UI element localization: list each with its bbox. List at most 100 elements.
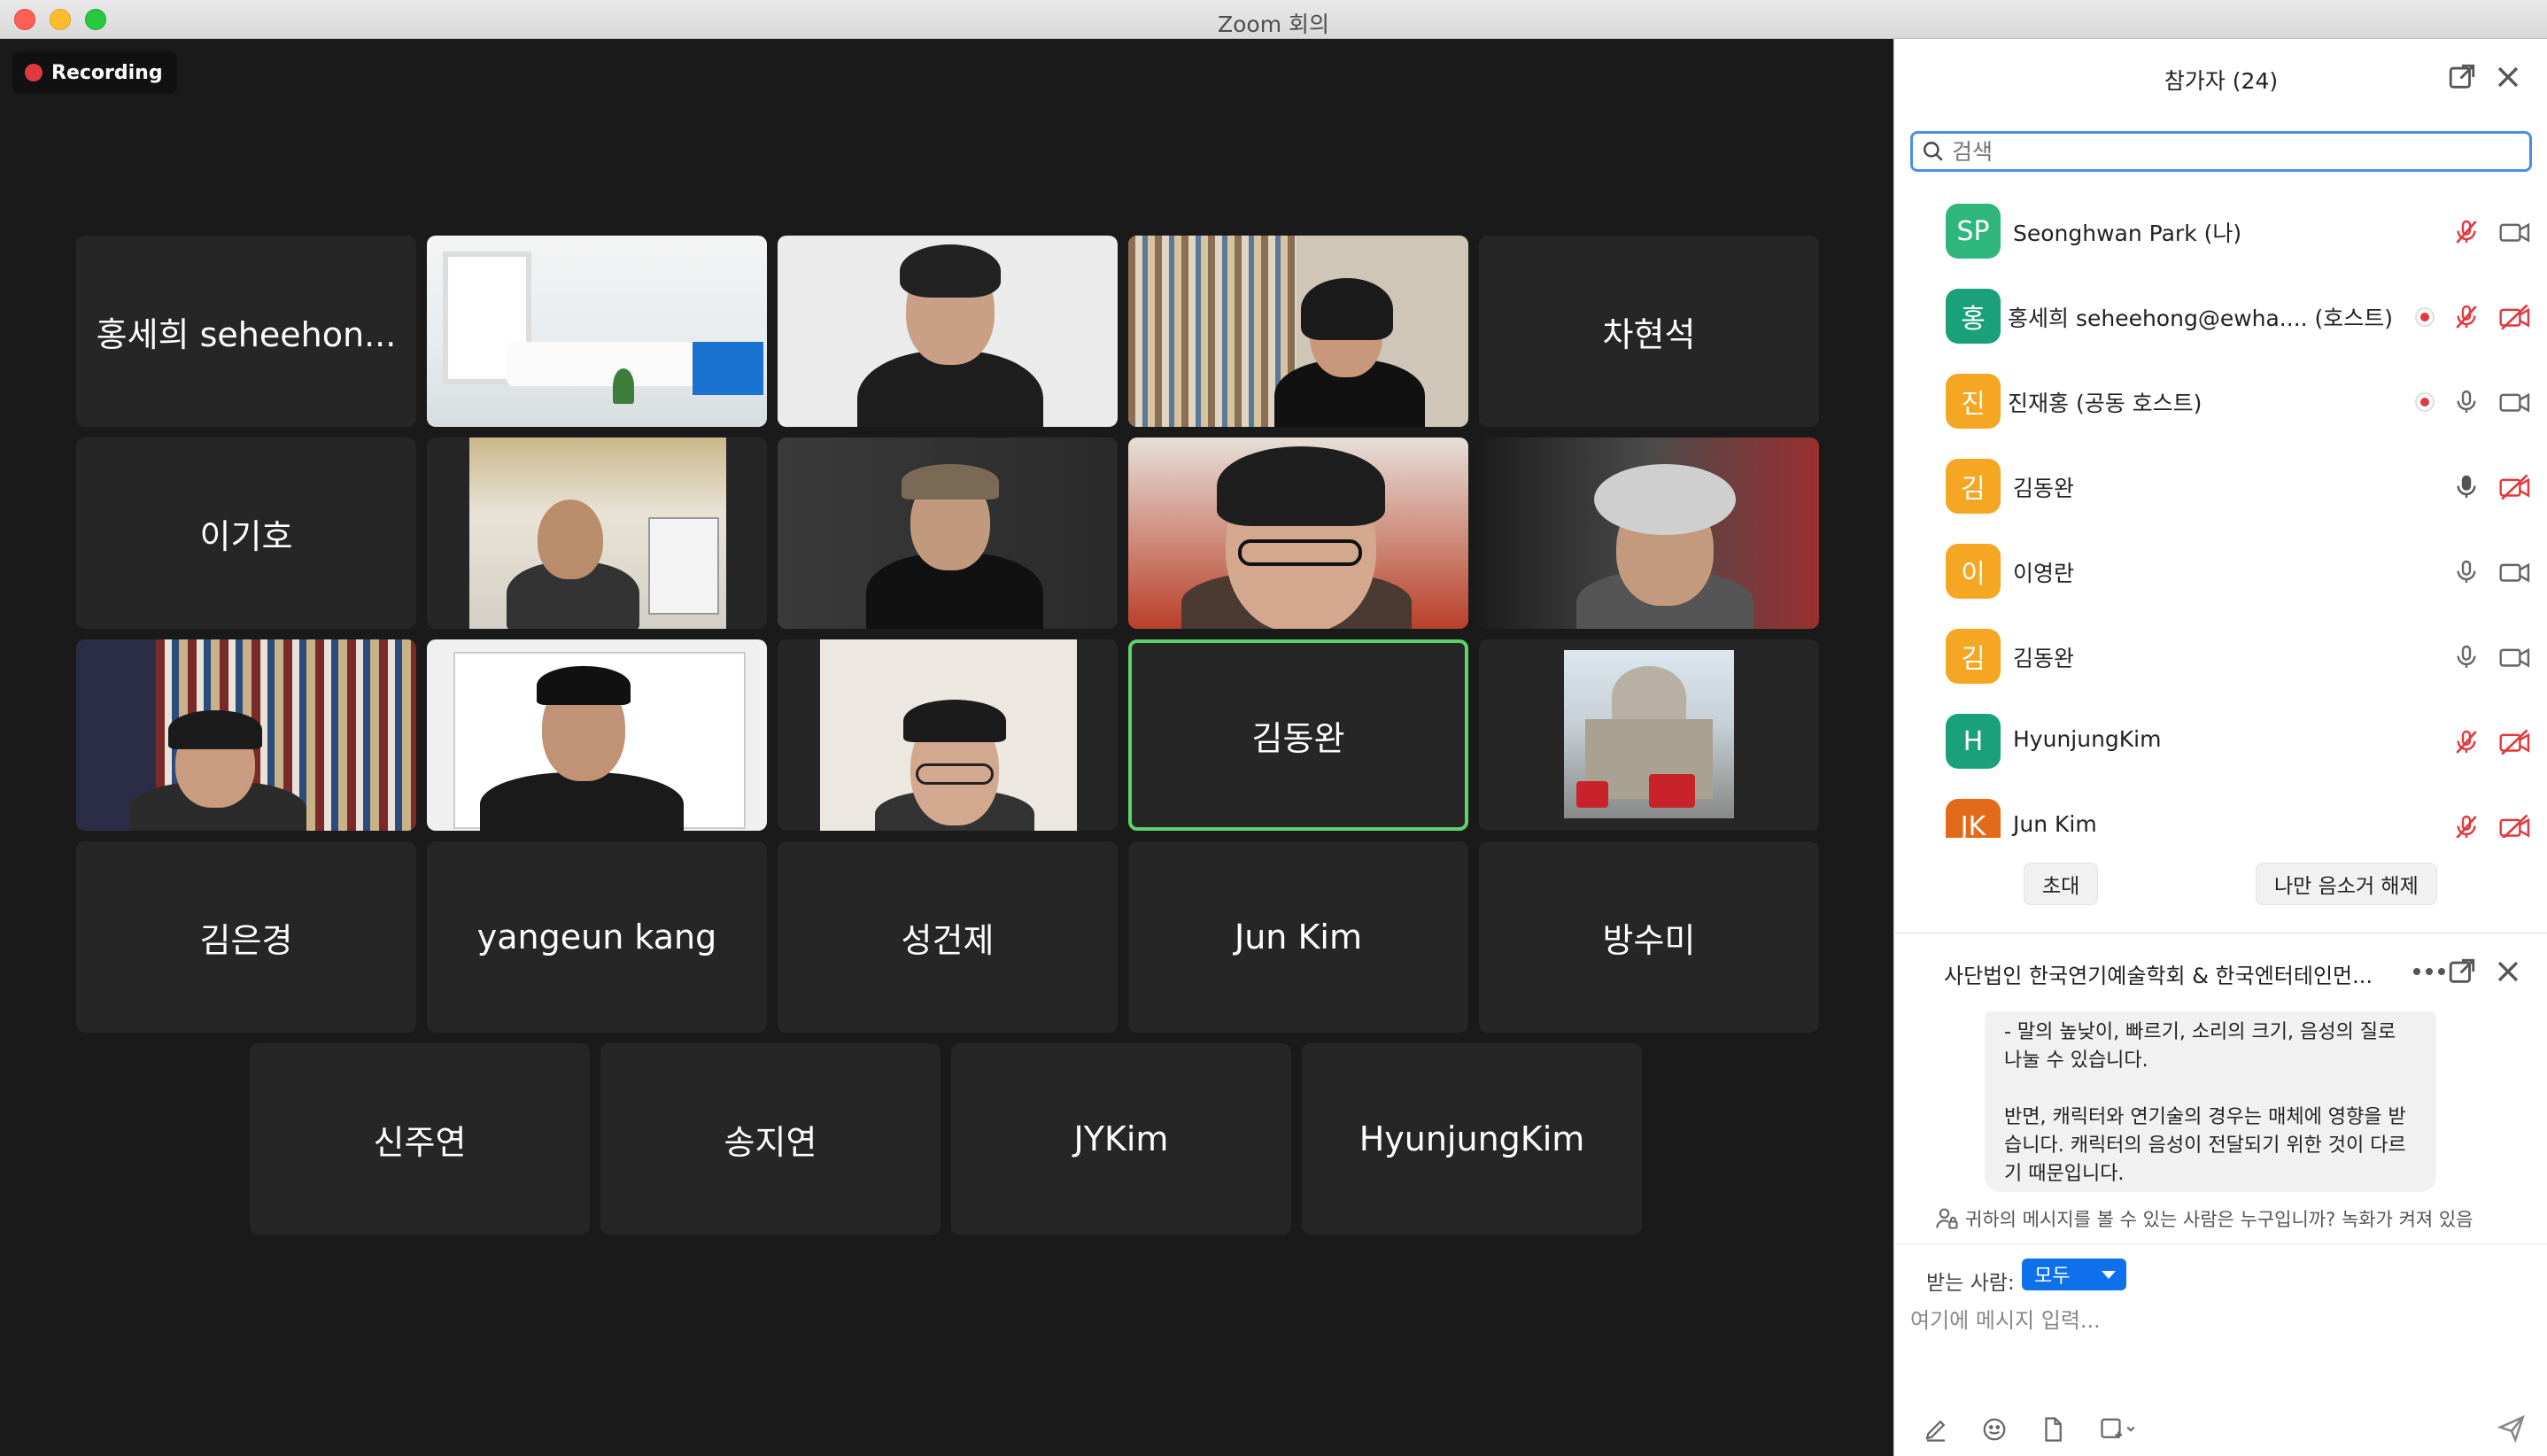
tile-participant-name: 김은경 bbox=[199, 920, 293, 960]
video-camera-icon[interactable] bbox=[2498, 387, 2532, 417]
participant-row[interactable]: 김 김동완 bbox=[1894, 615, 2547, 700]
chat-message: - 말의 높낮이, 빠르기, 소리의 크기, 음성의 질로 나눌 수 있습니다.… bbox=[1985, 1011, 2436, 1192]
tile-participant-name: 방수미 bbox=[1602, 920, 1696, 960]
participant-name-tile[interactable]: HyunjungKim bbox=[1302, 1043, 1642, 1235]
participant-name-tile[interactable]: yangeun kang bbox=[427, 841, 767, 1033]
participant-name: 진재홍 (공동 호스트) bbox=[2008, 391, 2202, 416]
more-options-icon[interactable] bbox=[2412, 965, 2447, 978]
video-feed bbox=[778, 438, 1118, 629]
chat-messages[interactable]: - 말의 높낮이, 빠르기, 소리의 크기, 음성의 질로 나눌 수 있습니다.… bbox=[1894, 1011, 2547, 1199]
participant-status-icons bbox=[2452, 724, 2532, 760]
participant-name-tile[interactable]: 차현석 bbox=[1479, 236, 1819, 427]
video-camera-icon[interactable] bbox=[2498, 642, 2532, 672]
video-feed bbox=[427, 639, 767, 831]
participant-name-tile[interactable]: 홍세희 seheehon... bbox=[76, 236, 416, 427]
chat-message-input[interactable] bbox=[1910, 1303, 2521, 1338]
mic-active-icon[interactable] bbox=[2452, 472, 2481, 502]
format-text-icon[interactable] bbox=[1923, 1416, 1949, 1443]
participant-row[interactable]: SP Seonghwan Park (나) bbox=[1894, 190, 2547, 275]
avatar: 김 bbox=[1946, 629, 2001, 684]
video-tile[interactable] bbox=[1479, 438, 1819, 629]
participant-name-tile[interactable]: 이기호 bbox=[76, 438, 416, 629]
mic-icon[interactable] bbox=[2452, 642, 2481, 672]
participant-name: 이영란 bbox=[2013, 561, 2075, 586]
chat-pop-out-icon[interactable] bbox=[2447, 956, 2477, 987]
recipient-select[interactable]: 모두 bbox=[2022, 1259, 2126, 1290]
video-feed bbox=[1479, 438, 1819, 629]
video-camera-icon[interactable] bbox=[2498, 557, 2532, 587]
video-tile[interactable] bbox=[76, 639, 416, 831]
participant-name-tile[interactable]: 김동완 bbox=[1128, 639, 1468, 831]
video-tile[interactable] bbox=[778, 639, 1118, 831]
video-tile[interactable] bbox=[1479, 639, 1819, 831]
mic-muted-icon[interactable] bbox=[2452, 302, 2481, 332]
participant-status-icons bbox=[2452, 639, 2532, 675]
chat-visibility-notice[interactable]: 귀하의 메시지를 볼 수 있는 사람은 누구입니까? 녹화가 켜져 있음 bbox=[1894, 1199, 2547, 1238]
video-tile[interactable] bbox=[427, 639, 767, 831]
video-feed bbox=[1128, 438, 1468, 629]
video-feed bbox=[778, 639, 1118, 831]
screenshot-icon[interactable] bbox=[2098, 1416, 2137, 1443]
participant-name-tile[interactable]: 신주연 bbox=[250, 1043, 590, 1235]
tile-participant-name: 김동완 bbox=[1251, 718, 1345, 758]
participant-row[interactable]: 김 김동완 bbox=[1894, 445, 2547, 530]
participant-row[interactable]: JK Jun Kim bbox=[1894, 785, 2547, 838]
participant-name-tile[interactable]: 성건제 bbox=[778, 841, 1118, 1033]
participant-row[interactable]: 진 진재홍 (공동 호스트) bbox=[1894, 360, 2547, 445]
title-bar: Zoom 회의 bbox=[0, 0, 2547, 39]
chat-message-line: 반면, 캐릭터와 연기술의 경우는 매체에 영향을 받습니다. 캐릭터의 음성이… bbox=[2004, 1106, 2406, 1185]
video-tile[interactable] bbox=[1128, 236, 1468, 427]
file-icon[interactable] bbox=[2040, 1416, 2066, 1443]
participant-name-tile[interactable]: 송지연 bbox=[600, 1043, 941, 1235]
participant-name-tile[interactable]: 김은경 bbox=[76, 841, 416, 1033]
search-input[interactable] bbox=[1952, 138, 2519, 165]
video-tile[interactable] bbox=[1128, 438, 1468, 629]
recipient-label: 받는 사람: bbox=[1926, 1272, 2015, 1295]
chat-header: 사단법인 한국연기예술학회 & 한국엔터테인먼... bbox=[1894, 933, 2547, 1011]
recording-status-icon bbox=[2415, 307, 2435, 327]
gallery-view: Recording 홍세희 seheehon... 차현석 이기호 김동완 김은… bbox=[0, 39, 1893, 1456]
video-tile[interactable] bbox=[778, 438, 1118, 629]
video-off-icon[interactable] bbox=[2498, 302, 2532, 332]
participant-name: 김동완 bbox=[2013, 646, 2075, 671]
pop-out-icon[interactable] bbox=[2447, 62, 2477, 92]
participant-status-icons bbox=[2452, 214, 2532, 250]
video-tile[interactable] bbox=[778, 236, 1118, 427]
video-off-icon[interactable] bbox=[2498, 812, 2532, 838]
video-off-icon[interactable] bbox=[2498, 472, 2532, 502]
tile-participant-name: JYKim bbox=[1073, 1119, 1169, 1158]
participant-row[interactable]: 홍 홍세희 seheehong@ewha.... (호스트) bbox=[1894, 275, 2547, 360]
participant-name: Seonghwan Park (나) bbox=[2013, 221, 2242, 246]
emoji-icon[interactable] bbox=[1981, 1416, 2008, 1443]
mic-muted-icon[interactable] bbox=[2452, 217, 2481, 247]
mic-icon[interactable] bbox=[2452, 387, 2481, 417]
participant-list[interactable]: SP Seonghwan Park (나) 홍 홍세희 seheehong@ew… bbox=[1894, 190, 2547, 838]
tile-participant-name: yangeun kang bbox=[476, 918, 717, 956]
mic-icon[interactable] bbox=[2452, 557, 2481, 587]
participant-search[interactable] bbox=[1910, 131, 2532, 172]
participant-name: 홍세희 seheehong@ewha.... (호스트) bbox=[2008, 306, 2394, 331]
unmute-self-button[interactable]: 나만 음소거 해제 bbox=[2256, 863, 2437, 905]
tile-participant-name: 신주연 bbox=[373, 1122, 467, 1162]
mic-muted-icon[interactable] bbox=[2452, 812, 2481, 838]
video-feed bbox=[1479, 639, 1819, 831]
participants-header: 참가자 (24) bbox=[1894, 39, 2547, 117]
mic-muted-icon[interactable] bbox=[2452, 727, 2481, 757]
participant-row[interactable]: 이 이영란 bbox=[1894, 530, 2547, 615]
video-tile[interactable] bbox=[427, 236, 767, 427]
participant-name-tile[interactable]: 방수미 bbox=[1479, 841, 1819, 1033]
close-chat-icon[interactable] bbox=[2493, 956, 2523, 987]
video-off-icon[interactable] bbox=[2498, 727, 2532, 757]
participant-row[interactable]: H HyunjungKim bbox=[1894, 700, 2547, 785]
avatar: 홍 bbox=[1946, 289, 2001, 344]
send-icon[interactable] bbox=[2497, 1413, 2527, 1444]
video-tile[interactable] bbox=[427, 438, 767, 629]
participant-name-tile[interactable]: Jun Kim bbox=[1128, 841, 1468, 1033]
video-camera-icon[interactable] bbox=[2498, 217, 2532, 247]
avatar: 이 bbox=[1946, 544, 2001, 599]
invite-button[interactable]: 초대 bbox=[2024, 863, 2099, 905]
participant-name: Jun Kim bbox=[2013, 811, 2097, 837]
close-panel-icon[interactable] bbox=[2493, 62, 2523, 92]
recording-indicator[interactable]: Recording bbox=[12, 51, 177, 94]
participant-name-tile[interactable]: JYKim bbox=[951, 1043, 1291, 1235]
